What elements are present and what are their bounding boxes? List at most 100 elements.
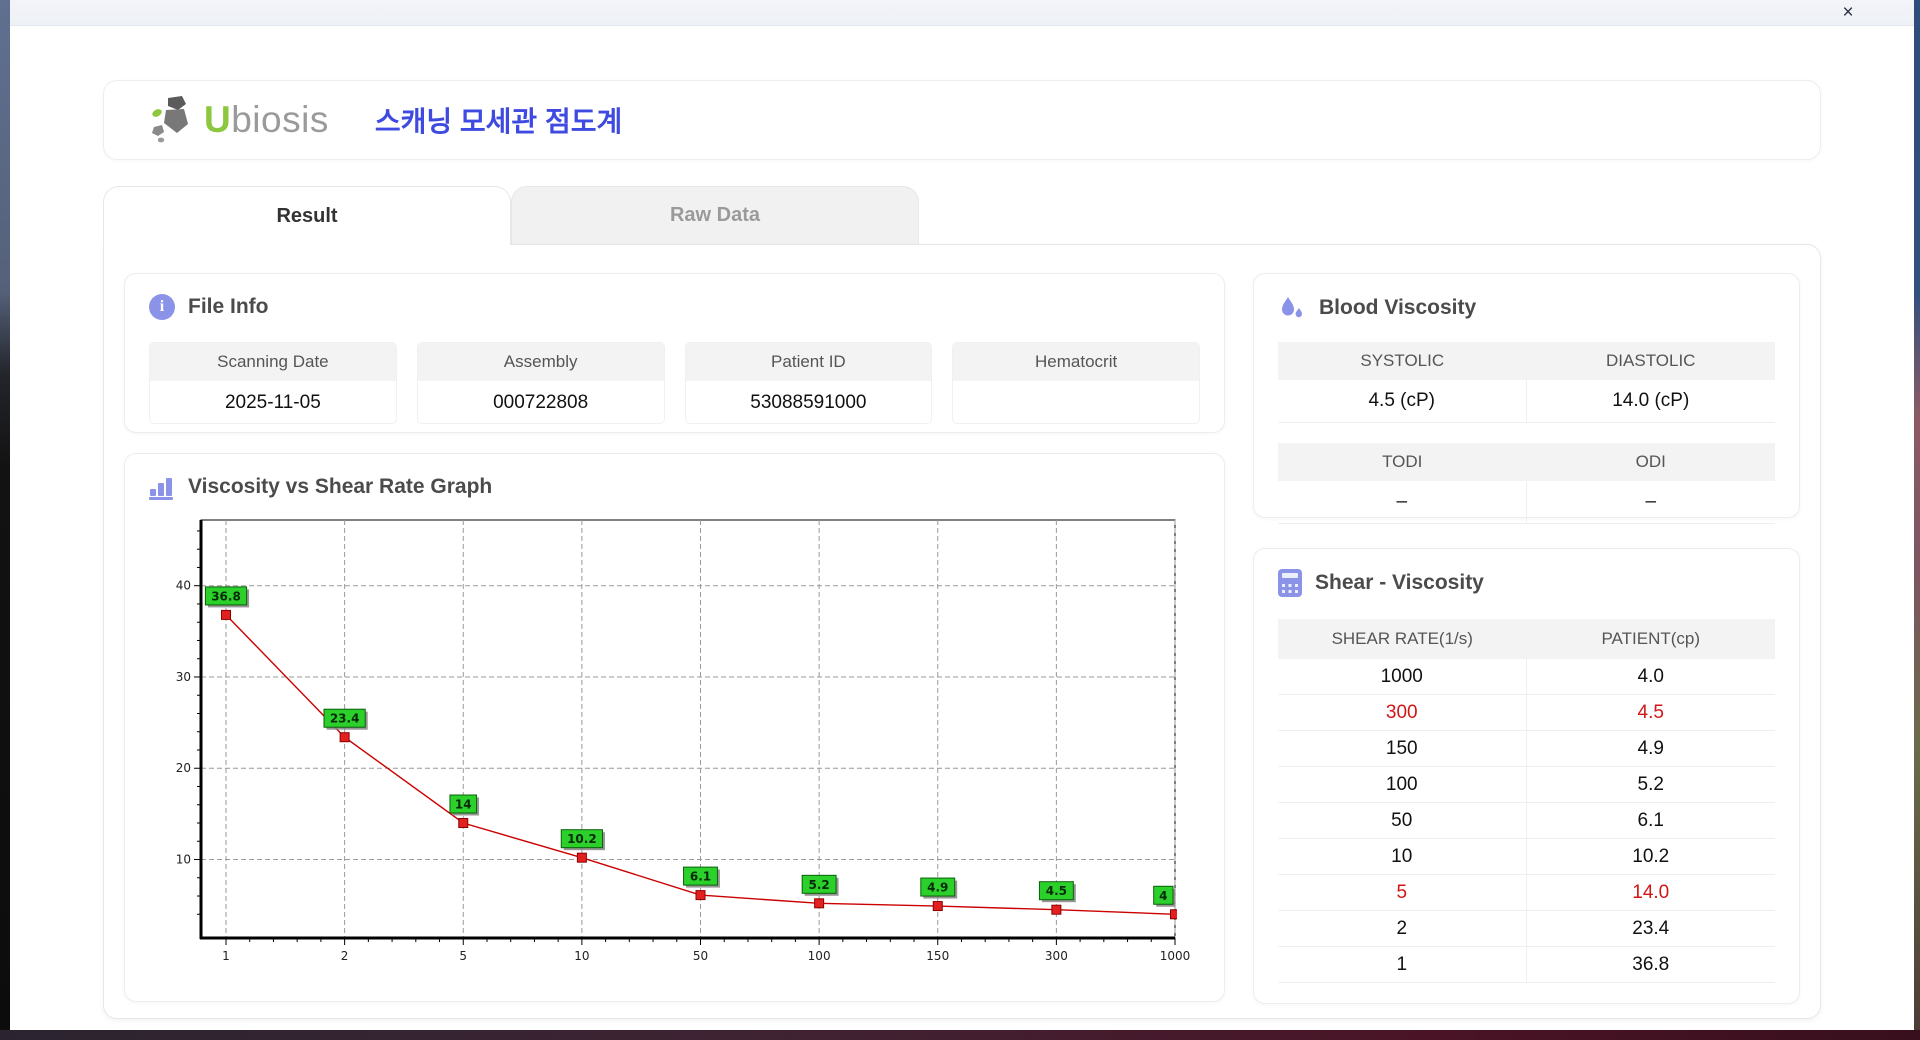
file-info-field: Assembly 000722808 (416, 342, 665, 424)
logo-letter-u: U (204, 99, 232, 140)
logo-rest: biosis (231, 99, 329, 140)
svg-text:5: 5 (459, 949, 467, 963)
file-info-fields: Scanning Date 2025-11-05 Assembly 000722808… (149, 342, 1200, 424)
patient-viscosity-cell: 10.2 (1526, 839, 1775, 875)
bv-value-cell: 4.5 (cP) (1278, 380, 1527, 423)
graph-title: Viscosity vs Shear Rate Graph (188, 475, 493, 498)
header-card: Ubiosis 스캐닝 모세관 점도계 (103, 80, 1821, 160)
patient-viscosity-cell: 5.2 (1526, 767, 1775, 803)
shear-table-row: 150 4.9 (1278, 731, 1775, 767)
tab-raw-data[interactable]: Raw Data (511, 186, 919, 244)
svg-text:20: 20 (176, 761, 191, 775)
shear-viscosity-table: SHEAR RATE(1/s) PATIENT(cp) 1000 4.0 300 4.… (1278, 619, 1775, 983)
close-button[interactable]: × (1836, 1, 1860, 25)
svg-text:14: 14 (455, 798, 472, 812)
file-info-field-value: 2025-11-05 (150, 381, 396, 423)
svg-text:6.1: 6.1 (690, 870, 711, 884)
svg-text:2: 2 (341, 949, 349, 963)
bv-value-cell: – (1278, 481, 1527, 524)
app-window: × Ubiosis 스캐닝 모세관 점도계 Result Raw Data i … (10, 0, 1914, 1030)
file-info-title-row: i File Info (149, 294, 1200, 320)
shear-viscosity-title: Shear - Viscosity (1315, 571, 1484, 594)
svg-text:4.9: 4.9 (927, 881, 948, 895)
file-info-field-value (953, 381, 1199, 420)
shear-table-row: 300 4.5 (1278, 695, 1775, 731)
shear-rate-cell: 1000 (1278, 659, 1527, 695)
result-panel: i File Info Scanning Date 2025-11-05 Assem… (103, 244, 1821, 1019)
file-info-field-label: Patient ID (685, 343, 932, 381)
left-column: i File Info Scanning Date 2025-11-05 Assem… (124, 273, 1225, 1002)
file-info-field: Hematocrit (952, 342, 1200, 424)
graph-card: Viscosity vs Shear Rate Graph 10 20 30 40 1 2… (124, 453, 1225, 1002)
shear-rate-cell: 2 (1278, 911, 1527, 947)
main-content: Ubiosis 스캐닝 모세관 점도계 Result Raw Data i Fi… (10, 80, 1914, 1019)
shear-rate-cell: 100 (1278, 767, 1527, 803)
svg-text:10: 10 (574, 949, 589, 963)
tab-bar: Result Raw Data (103, 186, 1821, 245)
svg-text:36.8: 36.8 (211, 589, 241, 603)
svg-text:100: 100 (808, 949, 831, 963)
ubiosis-logo: Ubiosis (146, 94, 329, 146)
shear-table-row: 50 6.1 (1278, 803, 1775, 839)
shear-table-row: 100 5.2 (1278, 767, 1775, 803)
shear-rate-cell: 5 (1278, 875, 1527, 911)
svg-text:30: 30 (176, 670, 191, 684)
info-icon: i (149, 294, 175, 320)
water-drops-icon (1282, 297, 1302, 318)
file-info-field-value: 53088591000 (685, 381, 932, 423)
patient-viscosity-cell: 4.0 (1526, 659, 1775, 695)
shear-rate-cell: 150 (1278, 731, 1527, 767)
file-info-card: i File Info Scanning Date 2025-11-05 Assem… (124, 273, 1225, 433)
app-title: 스캐닝 모세관 점도계 (374, 106, 623, 137)
file-info-field-value: 000722808 (417, 381, 664, 423)
file-info-field-label: Hematocrit (953, 343, 1199, 381)
file-info-field-label: Assembly (417, 343, 664, 381)
patient-viscosity-cell: 36.8 (1526, 947, 1775, 983)
patient-viscosity-cell: 4.9 (1526, 731, 1775, 767)
desktop-edge-left (0, 0, 10, 1040)
shear-table-header: SHEAR RATE(1/s) PATIENT(cp) (1278, 619, 1775, 659)
blood-viscosity-group: TODI ODI – – (1278, 443, 1775, 524)
shear-rate-cell: 50 (1278, 803, 1527, 839)
shear-table-body: 1000 4.0 300 4.5 150 4.9 100 5.2 50 6.1 10 10.2 5 14.… (1278, 659, 1775, 983)
blood-viscosity-card: Blood Viscosity SYSTOLIC DIASTOLIC 4.5 (cP… (1253, 273, 1800, 524)
svg-text:23.4: 23.4 (330, 712, 360, 726)
chart-wrap: 10 20 30 40 1 2 5 10 50 100 150 300 1000 36.8 23.4 14 10… (165, 514, 1200, 981)
shear-rate-cell: 1 (1278, 947, 1527, 983)
viscosity-chart: 10 20 30 40 1 2 5 10 50 100 150 300 1000 36.8 23.4 14 10… (176, 519, 1191, 963)
svg-text:4.5: 4.5 (1046, 884, 1067, 898)
svg-text:50: 50 (693, 949, 708, 963)
right-column: Blood Viscosity SYSTOLIC DIASTOLIC 4.5 (cP… (1253, 273, 1800, 1004)
svg-text:1: 1 (222, 949, 230, 963)
shear-table-row: 1 36.8 (1278, 947, 1775, 983)
shear-table-row: 5 14.0 (1278, 875, 1775, 911)
shear-viscosity-card: Shear - Viscosity SHEAR RATE(1/s) PATIEN… (1253, 548, 1800, 1004)
bv-header-cell: SYSTOLIC (1278, 342, 1527, 380)
bv-header-cell: TODI (1278, 443, 1527, 481)
file-info-field: Scanning Date 2025-11-05 (149, 342, 397, 424)
blood-viscosity-title: Blood Viscosity (1319, 296, 1477, 319)
patient-viscosity-cell: 4.5 (1526, 695, 1775, 731)
file-info-field-label: Scanning Date (150, 343, 396, 381)
calculator-icon (1278, 569, 1302, 597)
titlebar: × (10, 0, 1914, 26)
svg-text:300: 300 (1045, 949, 1068, 963)
tab-result[interactable]: Result (103, 186, 511, 245)
patient-viscosity-cell: 6.1 (1526, 803, 1775, 839)
bv-value-cell: 14.0 (cP) (1526, 380, 1775, 423)
patient-viscosity-cell: 14.0 (1526, 875, 1775, 911)
ubiosis-logo-icon (152, 96, 188, 143)
patient-viscosity-cell: 23.4 (1526, 911, 1775, 947)
svg-text:40: 40 (176, 579, 191, 593)
svg-text:1000: 1000 (1160, 949, 1191, 963)
patient-col-header: PATIENT(cp) (1601, 629, 1701, 648)
blood-viscosity-table: SYSTOLIC DIASTOLIC 4.5 (cP) 14.0 (cP) TODI OD… (1278, 342, 1775, 524)
svg-text:4: 4 (1159, 889, 1167, 903)
shear-table-row: 10 10.2 (1278, 839, 1775, 875)
shear-table-row: 1000 4.0 (1278, 659, 1775, 695)
file-info-title: File Info (188, 295, 269, 318)
shear-viscosity-title-row: Shear - Viscosity (1278, 569, 1775, 597)
bv-header-cell: ODI (1526, 443, 1775, 481)
file-info-field: Patient ID 53088591000 (684, 342, 933, 424)
svg-text:10.2: 10.2 (567, 832, 597, 846)
